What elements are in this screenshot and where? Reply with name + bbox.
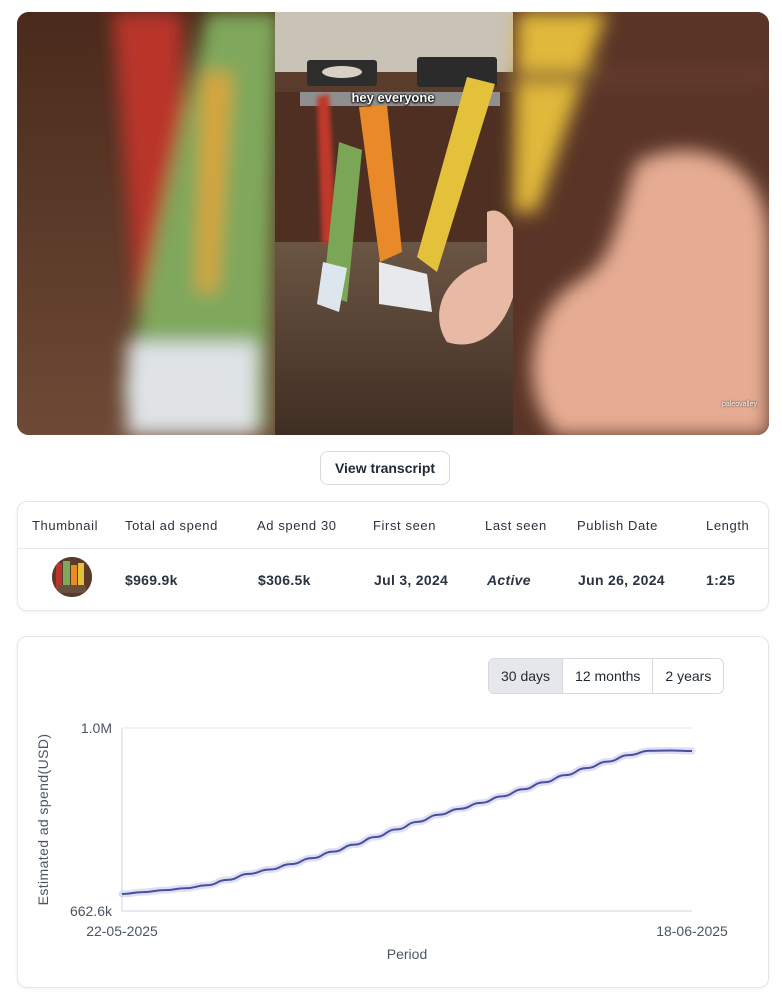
ad-info-table: Thumbnail Total ad spend Ad spend 30 Fir… <box>17 501 769 611</box>
header-first-seen: First seen <box>373 518 437 533</box>
x-tick-label-start: 22-05-2025 <box>86 923 158 939</box>
header-ad-spend-30: Ad spend 30 <box>257 518 337 533</box>
y-tick-label-max: 1.0M <box>81 720 112 736</box>
value-length: 1:25 <box>706 572 736 588</box>
value-publish-date: Jun 26, 2024 <box>578 572 665 588</box>
series-line-group <box>118 747 696 898</box>
video-frame-image <box>17 12 769 435</box>
y-axis-label: Estimated ad spend(USD) <box>35 734 51 906</box>
ad-spend-line-chart: 1.0M 662.6k 22-05-2025 18-06-2025 Period… <box>35 720 728 962</box>
view-transcript-button[interactable]: View transcript <box>320 451 450 485</box>
value-last-seen: Active <box>487 572 531 588</box>
header-last-seen: Last seen <box>485 518 547 533</box>
header-total-ad-spend: Total ad spend <box>125 518 218 533</box>
video-preview[interactable]: hey everyone paleovalley <box>17 12 769 435</box>
x-axis-label: Period <box>387 946 427 962</box>
ad-spend-chart-card: 30 days 12 months 2 years 1.0M 662.6k 22… <box>17 636 769 988</box>
x-tick-label-end: 18-06-2025 <box>656 923 728 939</box>
video-watermark: paleovalley <box>721 401 757 408</box>
value-total-ad-spend: $969.9k <box>125 572 178 588</box>
video-caption: hey everyone <box>351 90 435 105</box>
header-publish-date: Publish Date <box>577 518 658 533</box>
ad-thumbnail[interactable] <box>52 557 92 597</box>
value-first-seen: Jul 3, 2024 <box>374 572 449 588</box>
series-line-glow <box>118 747 696 898</box>
header-length: Length <box>706 518 750 533</box>
y-tick-label-min: 662.6k <box>70 903 113 919</box>
header-thumbnail: Thumbnail <box>32 518 99 533</box>
value-ad-spend-30: $306.5k <box>258 572 311 588</box>
